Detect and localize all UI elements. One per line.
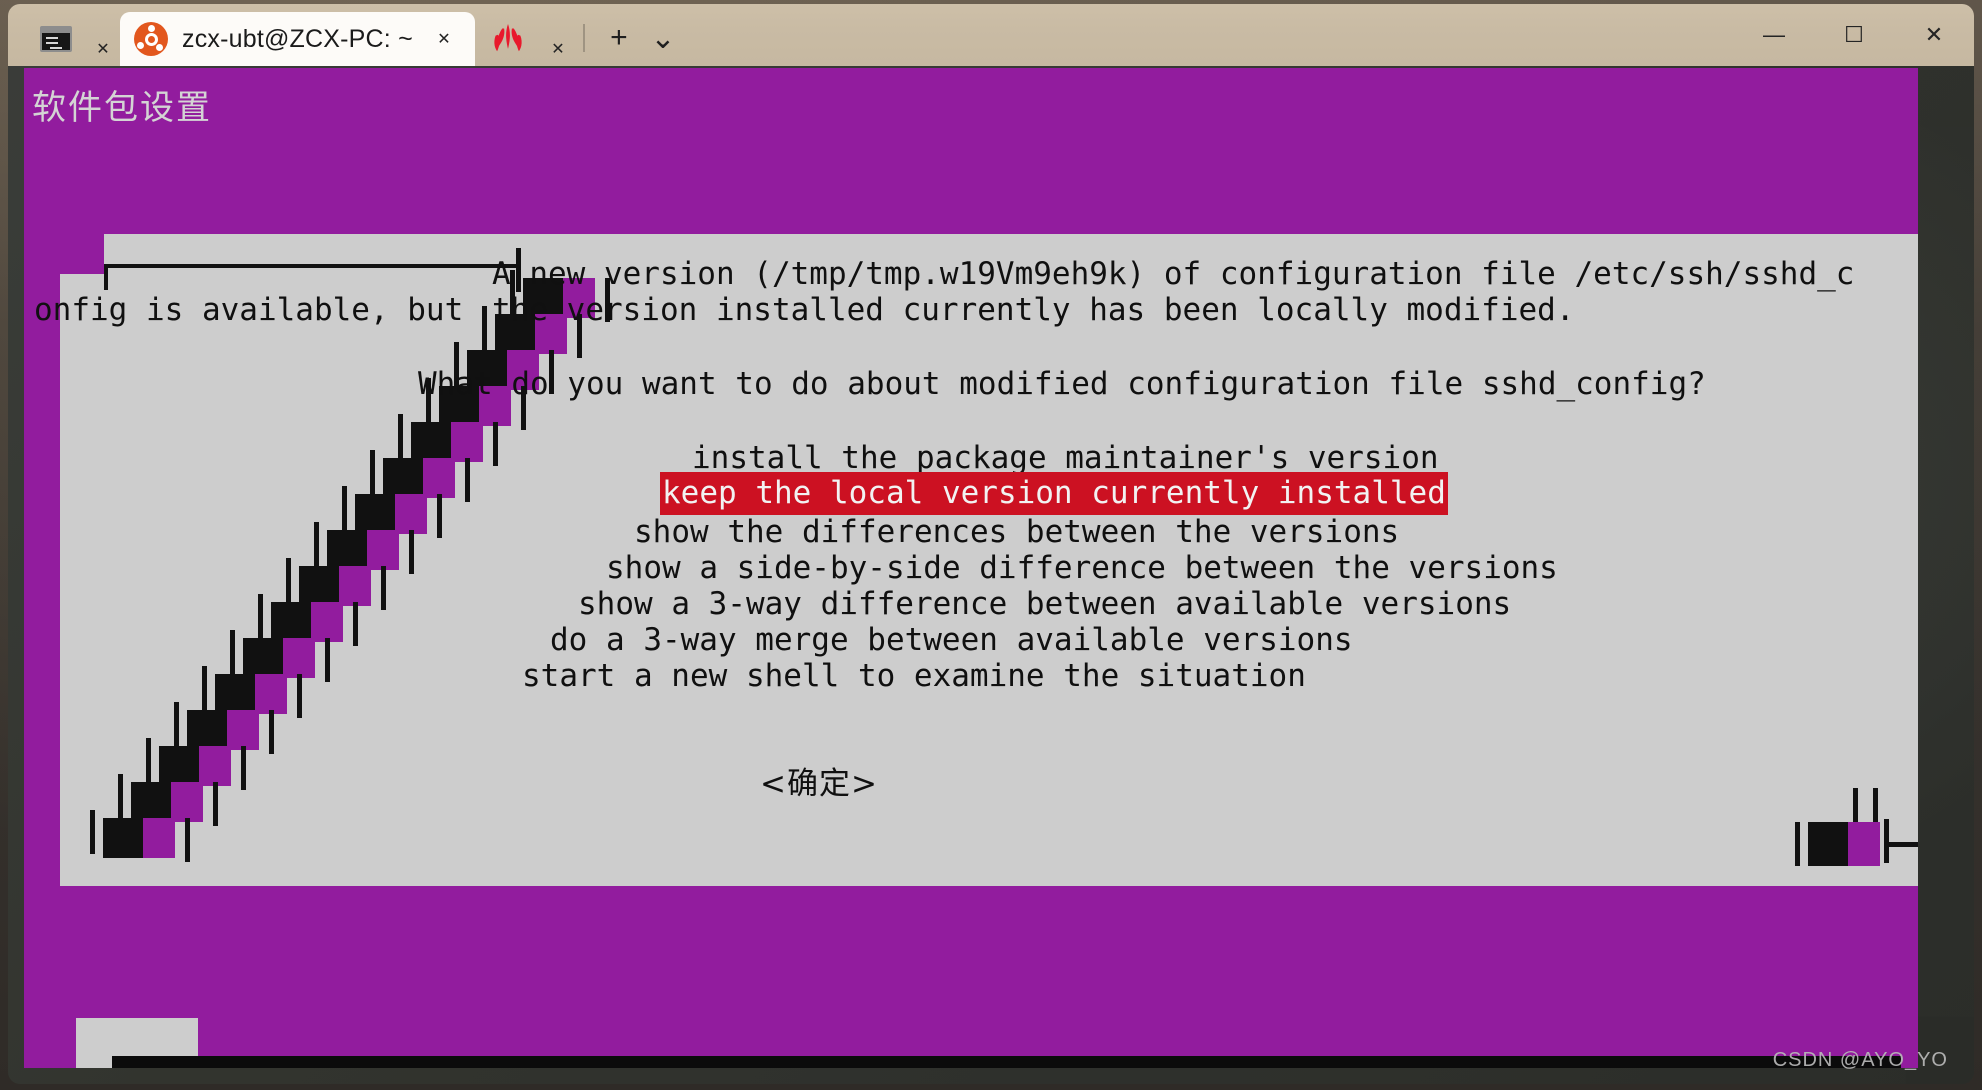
menu-option-keep-local-selected[interactable]: keep the local version currently install… <box>660 472 1448 515</box>
menu-option-3way-difference[interactable]: show a 3-way difference between availabl… <box>578 586 1511 622</box>
dialog-text-line-3: the version installed currently has been… <box>492 292 1575 328</box>
menu-option-3way-merge[interactable]: do a 3-way merge between available versi… <box>550 622 1353 658</box>
page-title: 软件包设置 <box>32 88 212 128</box>
glitch-bar-right <box>465 458 470 502</box>
glitch-right-bar-4 <box>1884 842 1918 847</box>
glitch-purple-cell <box>339 566 371 606</box>
tab-dropdown-button[interactable]: ⌄ <box>641 16 685 60</box>
glitch-bar-right <box>493 422 498 466</box>
glitch-bar-left <box>230 630 235 674</box>
glitch-bar-left <box>258 594 263 638</box>
dialog-corner-artifact <box>60 234 104 274</box>
ubuntu-icon <box>134 22 168 56</box>
tab-strip: ✕ zcx-ubt@ZCX-PC: ~ ✕ ✕ + ⌄ <box>8 4 685 66</box>
dialog-frame-top-left <box>104 264 108 290</box>
huawei-icon <box>489 22 527 56</box>
glitch-purple-cell <box>395 494 427 534</box>
glitch-black-cell <box>411 422 451 462</box>
menu-option-new-shell[interactable]: start a new shell to examine the situati… <box>522 658 1306 694</box>
glitch-black-cell <box>103 818 143 858</box>
glitch-bar-left <box>202 666 207 710</box>
glitch-bar-right <box>409 530 414 574</box>
glitch-bar-right <box>437 494 442 538</box>
glitch-bar-right <box>325 638 330 682</box>
dialog-bottom-bar <box>112 1056 1918 1068</box>
maximize-button[interactable]: ☐ <box>1814 4 1894 66</box>
glitch-purple-cell <box>171 782 203 822</box>
glitch-purple-cell <box>227 710 259 750</box>
dialog-question: What do you want to do about modified co… <box>418 366 1706 402</box>
config-dialog: A new version (/tmp/tmp.w19Vm9eh9k) of c… <box>34 234 1918 1068</box>
glitch-bar-right <box>213 782 218 826</box>
minimize-button[interactable]: — <box>1734 4 1814 66</box>
tabstrip-divider <box>582 24 585 52</box>
glitch-black-cell <box>131 782 171 822</box>
glitch-bar-left <box>398 414 403 458</box>
glitch-black-cell <box>215 674 255 714</box>
new-tab-button[interactable]: + <box>597 16 641 60</box>
glitch-purple-cell <box>199 746 231 786</box>
glitch-bar-right <box>381 566 386 610</box>
close-window-button[interactable]: ✕ <box>1894 4 1974 66</box>
glitch-bar-right <box>241 746 246 790</box>
glitch-black-cell <box>355 494 395 534</box>
ok-button[interactable]: <确定> <box>760 758 878 803</box>
glitch-black-cell <box>243 638 283 678</box>
glitch-purple-cell <box>255 674 287 714</box>
glitch-black-cell <box>299 566 339 606</box>
glitch-right-bar-3 <box>1884 819 1889 863</box>
glitch-black-cell <box>187 710 227 750</box>
glitch-bar-left <box>482 306 487 350</box>
glitch-bar-right <box>185 818 190 862</box>
glitch-bar-right <box>297 674 302 718</box>
glitch-right-bar-5 <box>1795 822 1800 866</box>
dialog-text-line-1: A new version (/tmp/tmp.w19Vm9eh9k) of c… <box>492 256 1855 292</box>
menu-option-show-differences[interactable]: show the differences between the version… <box>634 514 1399 550</box>
glitch-bar-left <box>174 702 179 746</box>
terminal-body[interactable]: 软件包设置 A new version (/tmp/tmp.w19Vm9eh9k… <box>8 66 1974 1084</box>
glitch-purple-cell <box>451 422 483 462</box>
terminal-window: ✕ zcx-ubt@ZCX-PC: ~ ✕ ✕ + ⌄ — ☐ ✕ 软件包设置 … <box>0 0 1982 1090</box>
tab-close-button-2[interactable]: ✕ <box>427 22 461 56</box>
glitch-bar-right <box>269 710 274 754</box>
tab-close-button-3[interactable]: ✕ <box>541 32 575 66</box>
glitch-purple-cell <box>423 458 455 498</box>
glitch-purple-cell <box>367 530 399 570</box>
glitch-bar-left <box>118 774 123 818</box>
menu-option-install-maintainer[interactable]: install the package maintainer's version <box>692 440 1439 476</box>
watermark: CSDN @AYO_YO <box>1772 1049 1948 1071</box>
bottom-notch-lower <box>76 1056 112 1068</box>
whiptail-screen: 软件包设置 A new version (/tmp/tmp.w19Vm9eh9k… <box>24 68 1918 1068</box>
glitch-bar-left <box>370 450 375 494</box>
glitch-bar-left <box>146 738 151 782</box>
glitch-purple-cell <box>143 818 175 858</box>
glitch-bar-left <box>314 522 319 566</box>
window-titlebar: ✕ zcx-ubt@ZCX-PC: ~ ✕ ✕ + ⌄ — ☐ ✕ <box>8 4 1974 66</box>
tab-label-ubuntu: zcx-ubt@ZCX-PC: ~ <box>182 24 413 53</box>
tab-huawei[interactable] <box>475 12 541 66</box>
glitch-purple-cell <box>311 602 343 642</box>
tab-ubuntu[interactable]: zcx-ubt@ZCX-PC: ~ ✕ <box>120 12 475 66</box>
glitch-black-cell <box>271 602 311 642</box>
glitch-bar-right <box>353 602 358 646</box>
glitch-black-cell <box>327 530 367 570</box>
menu-option-side-by-side[interactable]: show a side-by-side difference between t… <box>606 550 1558 586</box>
glitch-right-block <box>1808 822 1848 866</box>
glitch-bar-left <box>286 558 291 602</box>
glitch-purple-cell <box>283 638 315 678</box>
bottom-notch-upper <box>76 1018 198 1056</box>
tab-close-button-1[interactable]: ✕ <box>86 32 120 66</box>
cmd-prompt-icon <box>40 26 72 52</box>
glitch-right-purple <box>1848 822 1880 866</box>
window-controls: — ☐ ✕ <box>1734 4 1974 66</box>
dialog-text-line-2: onfig is available, but <box>34 292 464 328</box>
dialog-frame-top <box>104 264 520 268</box>
glitch-bar-left <box>342 486 347 530</box>
glitch-black-cell <box>159 746 199 786</box>
glitch-black-cell <box>383 458 423 498</box>
glitch-bar-left <box>90 810 95 854</box>
tab-command-prompt[interactable] <box>26 12 86 66</box>
